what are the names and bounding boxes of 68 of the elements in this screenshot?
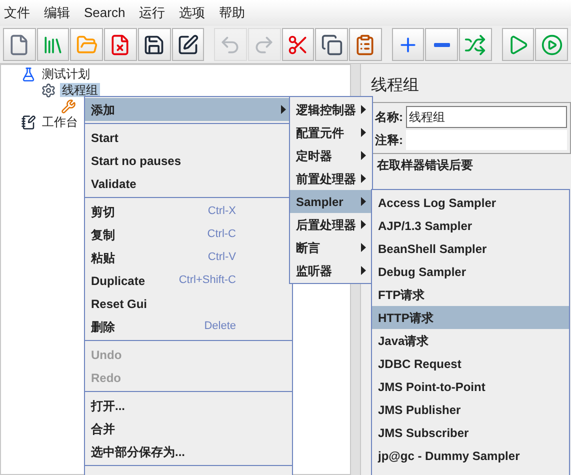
name-label: 名称: xyxy=(375,109,403,126)
menu-item[interactable]: 后置处理器 xyxy=(290,213,372,236)
clipboard-icon xyxy=(354,34,376,56)
menu-item[interactable]: Java请求 xyxy=(372,329,569,352)
menu-item[interactable]: 逻辑控制器 xyxy=(290,98,372,121)
toolbar-button[interactable] xyxy=(172,28,204,61)
tree-node[interactable]: 测试计划 xyxy=(40,67,92,81)
menu-bar-item[interactable]: 运行 xyxy=(139,3,166,23)
menu-item[interactable]: JDBC Request xyxy=(372,352,569,375)
menu-item[interactable]: 配置元件 xyxy=(290,121,372,144)
menu-item[interactable]: Access Log Sampler xyxy=(372,191,569,214)
play-icon xyxy=(540,34,563,56)
minus-icon xyxy=(434,42,450,46)
menu-item[interactable]: Validate xyxy=(85,172,292,195)
toolbar-button[interactable] xyxy=(315,28,348,61)
panel-title: 线程组 xyxy=(371,76,420,96)
menu-item[interactable]: 选中部分保存为... xyxy=(85,440,292,463)
menu-item[interactable]: Start no pauses xyxy=(85,149,292,172)
save-icon xyxy=(143,34,166,56)
menu-bar-item[interactable]: Search xyxy=(84,3,126,23)
menu-item[interactable]: Reset Gui xyxy=(85,292,292,315)
menu-item[interactable]: 复制 Ctrl-C xyxy=(85,223,292,246)
menu-item[interactable]: 定时器 xyxy=(290,144,372,167)
menu-bar-item[interactable]: 选项 xyxy=(179,3,206,23)
menu-item[interactable]: JMS Publisher xyxy=(372,398,569,421)
menu-item[interactable]: 打开... xyxy=(85,394,292,417)
shortcut-label: Ctrl-V xyxy=(208,250,237,266)
menu-item[interactable]: JMS Point-to-Point xyxy=(372,375,569,398)
section-label: 在取样器错误后要 xyxy=(377,157,474,174)
scissors-icon xyxy=(286,34,309,56)
tree-node[interactable]: 线程组 xyxy=(60,83,100,97)
name-field[interactable]: 线程组 xyxy=(406,106,567,128)
menu-item[interactable]: 添加 xyxy=(85,98,292,121)
menu-item[interactable]: HTTP请求 xyxy=(372,306,569,329)
menu-item[interactable]: 监听器 xyxy=(290,259,372,282)
menu-item[interactable]: 剪切 Ctrl-X xyxy=(85,200,292,223)
notebook-icon xyxy=(21,114,36,130)
shortcut-label: Ctrl-X xyxy=(208,204,237,220)
tools-icon xyxy=(61,98,76,114)
menu-bar-item[interactable]: 编辑 xyxy=(44,3,70,23)
tree-node[interactable]: 工作台 xyxy=(40,115,80,129)
menu-bar-item[interactable]: 帮助 xyxy=(219,3,246,23)
menu-item[interactable]: 断言 xyxy=(290,236,372,259)
redo-icon xyxy=(253,34,276,56)
copy-icon xyxy=(320,34,343,56)
menu-item[interactable]: Sampler xyxy=(290,190,372,213)
gear-icon xyxy=(41,82,56,98)
menu-item[interactable]: BeanShell Sampler xyxy=(372,237,569,260)
menu-item[interactable]: 删除 Delete xyxy=(85,315,292,338)
menu-item[interactable]: Start xyxy=(85,126,292,149)
shortcut-label: Ctrl-C xyxy=(207,227,237,242)
menu-item[interactable]: 前置处理器 xyxy=(290,167,372,190)
menu-item[interactable]: Debug Sampler xyxy=(372,260,569,283)
folder-icon xyxy=(76,34,98,56)
toolbar-button[interactable] xyxy=(138,28,171,61)
shortcut-label: Ctrl+Shift-C xyxy=(178,273,237,288)
shortcut-label: Delete xyxy=(204,319,237,334)
flask-icon xyxy=(21,66,36,82)
menu-bar-item[interactable]: 文件 xyxy=(4,3,30,23)
menu-item[interactable]: Duplicate Ctrl+Shift-C xyxy=(85,269,292,292)
menu-item[interactable]: FTP请求 xyxy=(372,283,569,306)
menu-item[interactable]: 合并 xyxy=(85,417,292,440)
menu-item[interactable]: AJP/1.3 Sampler xyxy=(372,214,569,237)
menu-item[interactable]: jp@gc - Dummy Sampler xyxy=(372,444,569,467)
comment-label: 注释: xyxy=(375,132,403,149)
menu-item[interactable]: JMS Subscriber xyxy=(372,421,569,444)
pencil-icon xyxy=(176,34,199,56)
menu-item[interactable]: 粘贴 Ctrl-V xyxy=(85,246,292,269)
